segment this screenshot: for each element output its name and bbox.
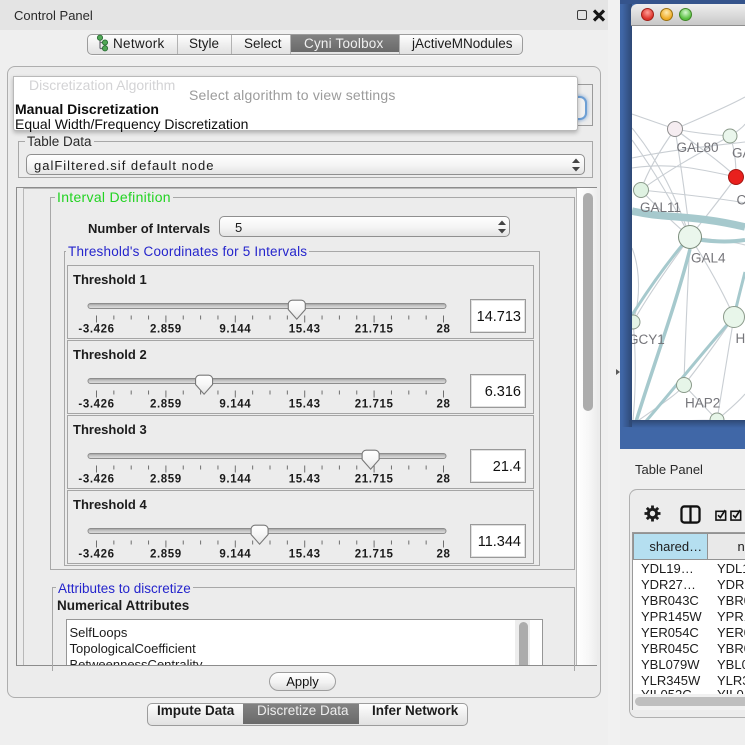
svg-text:-3.426: -3.426 bbox=[78, 474, 114, 486]
svg-text:GCY1: GCY1 bbox=[632, 332, 665, 347]
svg-text:9.144: 9.144 bbox=[219, 324, 251, 336]
svg-text:2.859: 2.859 bbox=[150, 399, 182, 411]
svg-text:9.144: 9.144 bbox=[219, 474, 251, 486]
svg-text:H: H bbox=[736, 331, 745, 346]
svg-text:2.859: 2.859 bbox=[150, 549, 182, 561]
svg-text:C: C bbox=[737, 193, 745, 208]
svg-text:GAL4: GAL4 bbox=[691, 251, 726, 266]
svg-text:9.144: 9.144 bbox=[219, 399, 251, 411]
svg-text:15.43: 15.43 bbox=[289, 474, 321, 486]
svg-text:21.715: 21.715 bbox=[355, 474, 394, 486]
svg-text:15.43: 15.43 bbox=[289, 399, 321, 411]
svg-text:21.715: 21.715 bbox=[355, 549, 394, 561]
svg-text:21.715: 21.715 bbox=[355, 324, 394, 336]
svg-text:15.43: 15.43 bbox=[289, 324, 321, 336]
svg-text:21.715: 21.715 bbox=[355, 399, 394, 411]
svg-text:-3.426: -3.426 bbox=[78, 549, 114, 561]
svg-text:GAL11: GAL11 bbox=[640, 200, 681, 215]
svg-text:28: 28 bbox=[437, 324, 451, 336]
svg-text:2.859: 2.859 bbox=[150, 324, 182, 336]
svg-text:GA: GA bbox=[732, 146, 745, 161]
svg-text:28: 28 bbox=[437, 399, 451, 411]
svg-text:9.144: 9.144 bbox=[219, 549, 251, 561]
svg-text:HAP2: HAP2 bbox=[685, 396, 720, 411]
svg-text:2.859: 2.859 bbox=[150, 474, 182, 486]
svg-text:-3.426: -3.426 bbox=[78, 324, 114, 336]
svg-text:28: 28 bbox=[437, 474, 451, 486]
svg-text:-3.426: -3.426 bbox=[78, 399, 114, 411]
svg-text:15.43: 15.43 bbox=[289, 549, 321, 561]
svg-text:28: 28 bbox=[437, 549, 451, 561]
svg-text:GAL80: GAL80 bbox=[677, 140, 719, 155]
